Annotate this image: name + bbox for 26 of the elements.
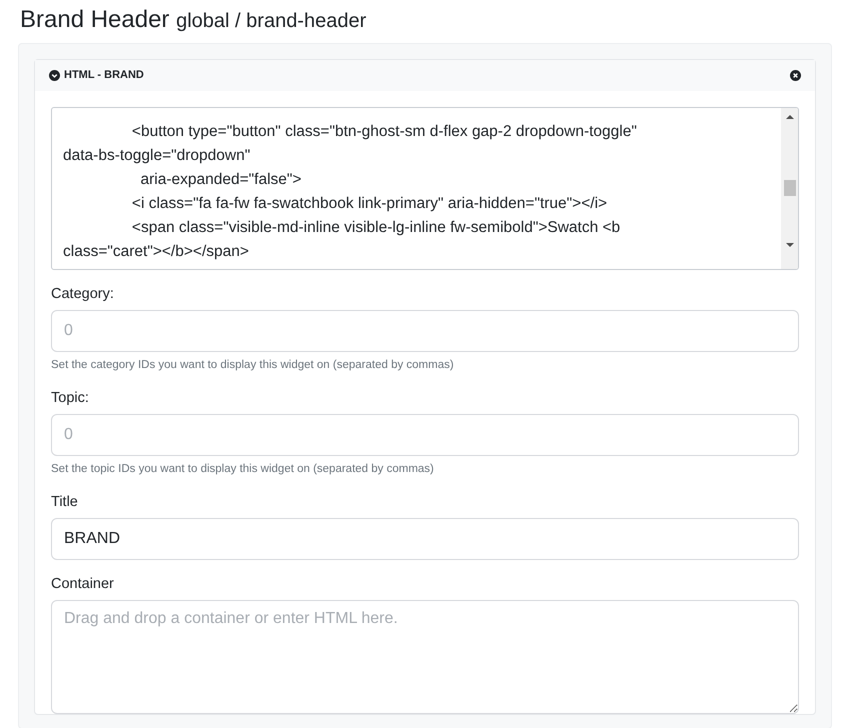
- close-icon[interactable]: [790, 70, 801, 81]
- scroll-up-icon[interactable]: [786, 114, 794, 120]
- field-label: Topic:: [51, 389, 90, 408]
- help-text: Set the topic IDs you want to display this widget on (separated by commas): [51, 462, 435, 477]
- scroll-thumb[interactable]: [784, 180, 796, 196]
- page-path: global / brand-header: [176, 10, 366, 32]
- scroll-down-icon[interactable]: [786, 242, 794, 248]
- field-label: Container: [51, 574, 115, 594]
- scrollbar[interactable]: [781, 108, 798, 269]
- code-line: <button type="button" class="btn-ghost-sm d-flex gap-2 dropdown-toggle": [130, 122, 638, 142]
- code-line: aria-expanded="false">: [140, 170, 302, 190]
- page-name: Brand Header: [20, 6, 170, 33]
- collapse-icon[interactable]: [49, 70, 60, 81]
- field-label: Category:: [51, 285, 115, 304]
- widget-title: HTML - BRAND: [64, 68, 144, 84]
- input-field[interactable]: BRAND: [51, 518, 799, 560]
- input-field[interactable]: 0: [51, 310, 799, 352]
- help-text: Set the category IDs you want to display this widget on (separated by commas): [51, 358, 455, 373]
- code-line: <i class="fa fa-fw fa-swatchbook link-primary" aria-hidden="true"></i>: [130, 194, 608, 214]
- code-line: <span class="visible-md-inline visible-lg-inline fw-semibold">Swatch <b: [130, 218, 622, 238]
- field-label: Title: [51, 493, 79, 512]
- input-field[interactable]: 0: [51, 414, 799, 456]
- code-editor[interactable]: [51, 107, 799, 270]
- code-line: class="caret"></b></span>: [63, 242, 250, 262]
- code-line: data-bs-toggle="dropdown": [63, 146, 252, 166]
- input-field[interactable]: Drag and drop a container or enter HTML here.: [51, 600, 799, 714]
